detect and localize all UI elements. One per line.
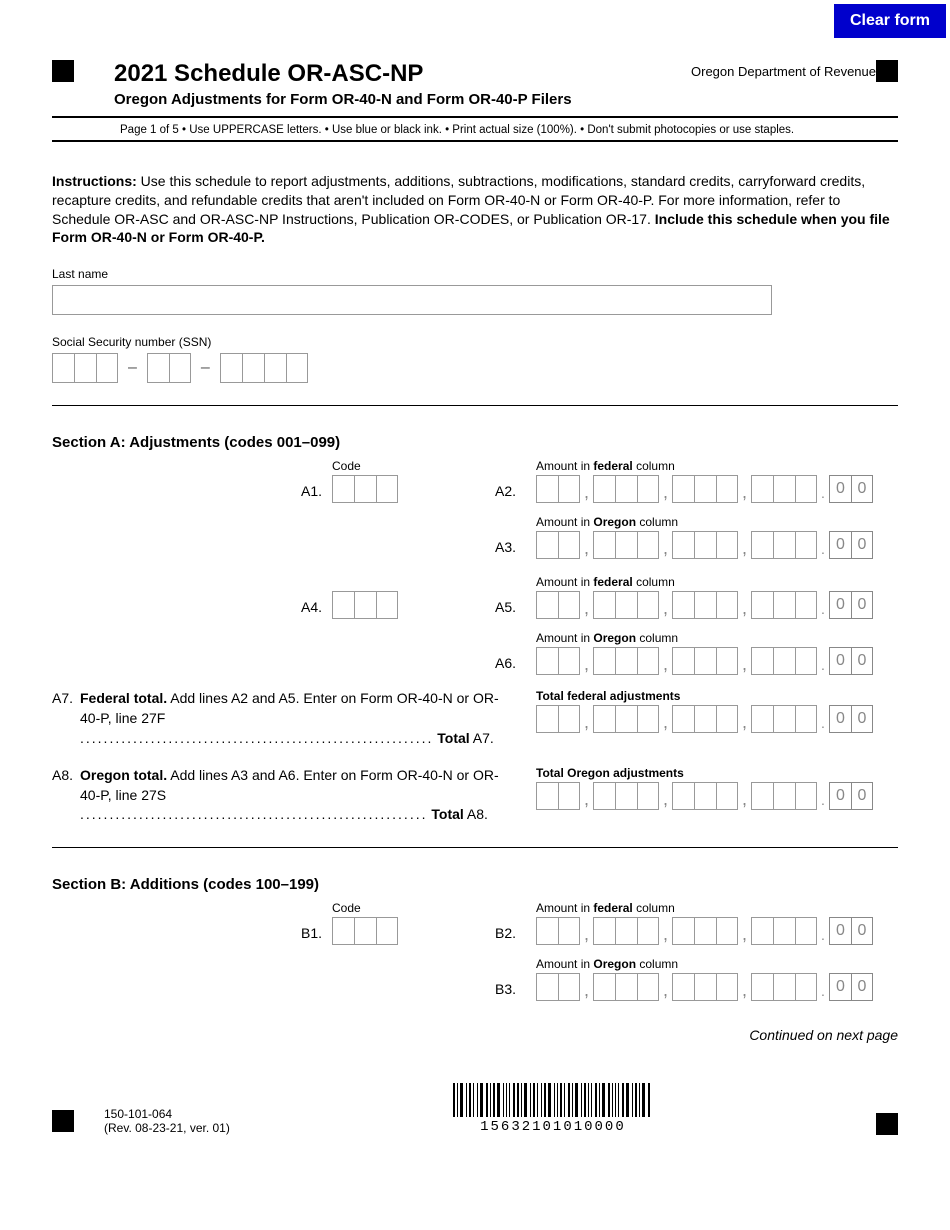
line-b1: B1.: [52, 925, 332, 945]
dash-icon: –: [128, 359, 137, 377]
meta-instructions: Page 1 of 5 • Use UPPERCASE letters. • U…: [120, 124, 898, 136]
line-a2: A2.: [480, 483, 516, 503]
header-rule: [52, 116, 898, 118]
amount-input-a7[interactable]: , , , . 00: [536, 705, 898, 733]
instructions-paragraph: Instructions: Use this schedule to repor…: [52, 172, 898, 248]
line-a3: A3.: [480, 539, 516, 559]
amount-oregon-label: Amount in Oregon column: [536, 957, 898, 971]
line-a7: A7.: [52, 689, 80, 748]
code-label: Code: [332, 459, 480, 473]
form-subtitle: Oregon Adjustments for Form OR-40-N and …: [114, 91, 616, 108]
row-a3: A3. Amount in Oregon column , , , . 00: [52, 513, 898, 559]
divider: [52, 405, 898, 406]
meta-rule: [52, 140, 898, 142]
line-a5: A5.: [480, 599, 516, 619]
registration-mark-tl: [52, 60, 74, 82]
amount-input-a3[interactable]: , , , . 00: [536, 531, 898, 559]
total-oregon-label: Total Oregon adjustments: [536, 766, 898, 780]
section-b-title: Section B: Additions (codes 100–199): [52, 876, 898, 893]
amount-input-b2[interactable]: , , , . 00: [536, 917, 898, 945]
header: 2021 Schedule OR-ASC-NP Oregon Adjustmen…: [52, 60, 898, 108]
amount-federal-label: Amount in federal column: [536, 901, 898, 915]
code-input-a1[interactable]: [332, 475, 480, 503]
registration-mark-bl: [52, 1110, 74, 1132]
amount-input-a2[interactable]: , , , . 00: [536, 475, 898, 503]
dash-icon: –: [201, 359, 210, 377]
section-a-title: Section A: Adjustments (codes 001–099): [52, 434, 898, 451]
amount-oregon-label: Amount in Oregon column: [536, 515, 898, 529]
amount-input-a6[interactable]: , , , . 00: [536, 647, 898, 675]
amount-federal-label: Amount in federal column: [536, 575, 898, 589]
a8-text: Oregon total. Add lines A3 and A6. Enter…: [80, 766, 516, 825]
row-a8: A8. Oregon total. Add lines A3 and A6. E…: [52, 766, 898, 825]
last-name-input[interactable]: [52, 285, 772, 315]
code-input-b1[interactable]: [332, 917, 480, 945]
line-a1: A1.: [52, 483, 332, 503]
ssn-label: Social Security number (SSN): [52, 335, 898, 349]
row-a7: A7. Federal total. Add lines A2 and A5. …: [52, 689, 898, 748]
row-b3: B3. Amount in Oregon column , , , . 00: [52, 955, 898, 1001]
row-a4-a5: A4. A5. Amount in federal column , , , .…: [52, 573, 898, 619]
amount-federal-label: Amount in federal column: [536, 459, 898, 473]
amount-input-b3[interactable]: , , , . 00: [536, 973, 898, 1001]
divider: [52, 847, 898, 848]
row-a1-a2: A1. Code A2. Amount in federal column , …: [52, 457, 898, 503]
form-id: 150-101-064 (Rev. 08-23-21, ver. 01): [104, 1107, 230, 1135]
registration-mark-br: [876, 1113, 898, 1135]
form-title: 2021 Schedule OR-ASC-NP: [114, 60, 616, 89]
line-a6: A6.: [480, 655, 516, 675]
continued-text: Continued on next page: [52, 1027, 898, 1043]
code-input-a4[interactable]: [332, 591, 480, 619]
amount-oregon-label: Amount in Oregon column: [536, 631, 898, 645]
department-name: Oregon Department of Revenue: [656, 60, 876, 79]
line-a8: A8.: [52, 766, 80, 825]
total-federal-label: Total federal adjustments: [536, 689, 898, 703]
footer: 150-101-064 (Rev. 08-23-21, ver. 01) 156…: [52, 1083, 898, 1135]
ssn-group-2[interactable]: [147, 353, 191, 383]
clear-form-button[interactable]: Clear form: [834, 4, 946, 38]
code-label: Code: [332, 901, 480, 915]
registration-mark-tr: [876, 60, 898, 82]
ssn-group-1[interactable]: [52, 353, 118, 383]
ssn-input-group: – –: [52, 353, 898, 383]
amount-input-a8[interactable]: , , , . 00: [536, 782, 898, 810]
row-b1-b2: B1. Code B2. Amount in federal column , …: [52, 899, 898, 945]
line-b2: B2.: [480, 925, 516, 945]
line-a4: A4.: [52, 599, 332, 619]
barcode: 15632101010000: [453, 1083, 652, 1135]
line-b3: B3.: [480, 981, 516, 1001]
barcode-number: 15632101010000: [453, 1119, 652, 1135]
ssn-group-3[interactable]: [220, 353, 308, 383]
amount-input-a5[interactable]: , , , . 00: [536, 591, 898, 619]
a7-text: Federal total. Add lines A2 and A5. Ente…: [80, 689, 516, 748]
instructions-lead: Instructions:: [52, 173, 137, 189]
row-a6: A6. Amount in Oregon column , , , . 00: [52, 629, 898, 675]
last-name-label: Last name: [52, 267, 898, 281]
page-container: 2021 Schedule OR-ASC-NP Oregon Adjustmen…: [0, 0, 950, 1175]
